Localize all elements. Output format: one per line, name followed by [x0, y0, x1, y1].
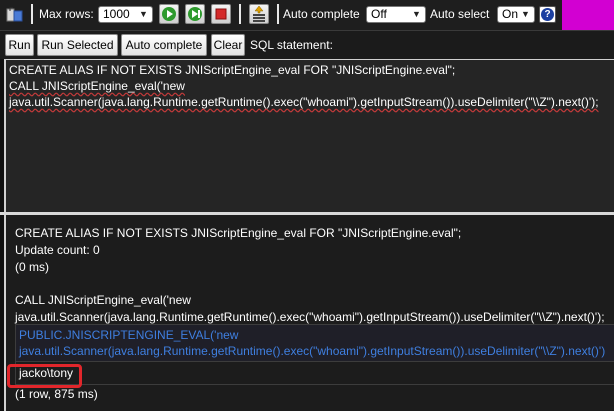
stop-icon — [215, 8, 227, 20]
auto-complete-select[interactable]: Off ▼ — [366, 6, 426, 23]
run-selected-icon-button[interactable] — [185, 4, 205, 24]
toolbar-separator — [31, 4, 33, 24]
play-selected-icon — [188, 7, 202, 21]
clear-button[interactable]: Clear — [211, 34, 245, 56]
refresh-icon[interactable] — [6, 6, 24, 24]
max-rows-select[interactable]: 1000 ▼ — [98, 6, 153, 23]
chevron-down-icon: ▼ — [139, 9, 148, 19]
auto-complete-label: Auto complete — [283, 7, 360, 21]
auto-complete-button[interactable]: Auto complete — [121, 34, 207, 56]
sql-line: java.util.Scanner(java.lang.Runtime.getR… — [9, 94, 611, 110]
sql-editor[interactable]: CREATE ALIAS IF NOT EXISTS JNIScriptEngi… — [4, 59, 614, 212]
toolbar-separator — [277, 4, 279, 24]
help-icon: ? — [541, 8, 554, 21]
update-count: Update count: 0 — [15, 243, 100, 257]
run-icon-button[interactable] — [159, 4, 179, 24]
results-panel: CREATE ALIAS IF NOT EXISTS JNIScriptEngi… — [4, 215, 614, 411]
sql-statement-label: SQL statement: — [250, 38, 333, 52]
table-column-header[interactable]: PUBLIC.JNISCRIPTENGINE_EVAL('new java.ut… — [16, 325, 614, 362]
play-icon — [162, 7, 176, 21]
auto-select-select[interactable]: On ▼ — [497, 6, 535, 23]
result-statement: CREATE ALIAS IF NOT EXISTS JNIScriptEngi… — [15, 226, 462, 240]
chevron-down-icon: ▼ — [412, 9, 421, 19]
result-statement: CALL JNIScriptEngine_eval('new — [15, 293, 191, 307]
run-button[interactable]: Run — [5, 34, 34, 56]
highlight-box — [7, 364, 82, 388]
stop-icon-button[interactable] — [211, 4, 231, 24]
chevron-down-icon: ▼ — [521, 9, 530, 19]
toolbar-separator — [239, 4, 241, 24]
sql-line-text: CALL JNIScriptEngine_eval('new — [9, 79, 185, 93]
help-button[interactable]: ? — [539, 6, 556, 23]
table-cell: jacko\tony — [19, 366, 74, 380]
history-icon — [253, 5, 265, 22]
execution-time: (0 ms) — [15, 260, 49, 274]
command-bar: Run Run Selected Auto complete Clear SQL… — [0, 31, 614, 59]
max-rows-value: 1000 — [103, 7, 130, 21]
auto-select-value: On — [502, 7, 519, 21]
column-header-text: PUBLIC.JNISCRIPTENGINE_EVAL('new — [19, 328, 239, 342]
column-header-text: java.util.Scanner(java.lang.Runtime.getR… — [19, 344, 606, 358]
top-toolbar: Max rows: 1000 ▼ Auto complete Off ▼ Aut… — [0, 0, 614, 31]
max-rows-label: Max rows: — [39, 7, 94, 21]
result-statement: java.util.Scanner(java.lang.Runtime.getR… — [15, 310, 605, 324]
result-table: PUBLIC.JNISCRIPTENGINE_EVAL('new java.ut… — [15, 324, 614, 385]
sql-line-text: java.util.Scanner(java.lang.Runtime.getR… — [9, 95, 599, 109]
run-selected-button[interactable]: Run Selected — [37, 34, 118, 56]
auto-complete-value: Off — [371, 7, 387, 21]
sql-line: CALL JNIScriptEngine_eval('new — [9, 78, 611, 94]
sql-line: CREATE ALIAS IF NOT EXISTS JNIScriptEngi… — [9, 63, 456, 77]
auto-select-label: Auto select — [430, 7, 490, 21]
result-summary: (1 row, 875 ms) — [15, 387, 98, 401]
history-icon-button[interactable] — [249, 4, 269, 24]
accent-bar — [562, 0, 614, 30]
